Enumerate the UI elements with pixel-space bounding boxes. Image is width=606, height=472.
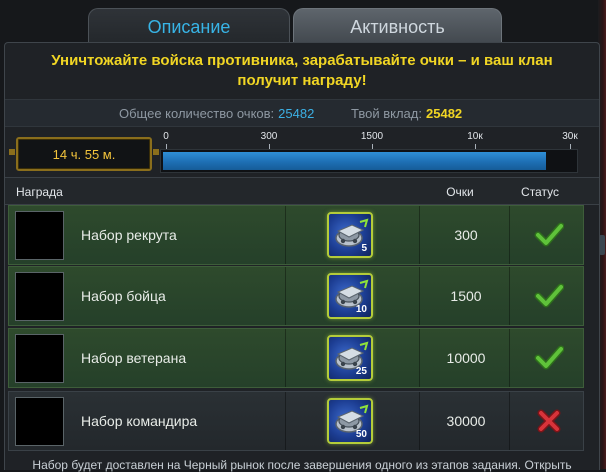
column-divider	[285, 392, 286, 450]
header-points: Очки	[446, 185, 474, 199]
kit-item-icon[interactable]: 10	[327, 273, 373, 319]
checkmark-icon	[534, 343, 565, 373]
kit-count: 5	[361, 243, 367, 254]
my-contribution-value: 25482	[426, 106, 463, 121]
reward-name: Набор командира	[81, 413, 198, 429]
reward-points: 10000	[446, 350, 486, 366]
timer-badge: 14 ч. 55 м.	[16, 137, 152, 171]
kit-count: 10	[355, 304, 367, 315]
table-header: Награда Очки Статус	[5, 177, 599, 205]
kit-item-icon[interactable]: 50	[327, 398, 373, 444]
total-points: Общее количество очков: 25482	[119, 106, 314, 121]
table-row: Набор бойца 10 1500	[8, 266, 584, 326]
column-divider	[419, 206, 420, 264]
column-divider	[285, 206, 286, 264]
scale-tick-label: 30к	[562, 131, 578, 142]
column-divider	[285, 267, 286, 325]
cross-icon	[534, 406, 564, 436]
kit-item-icon[interactable]: 25	[327, 335, 373, 381]
table-row: Набор ветерана 25 10000	[8, 328, 584, 388]
timer-bracket-right	[153, 149, 159, 155]
column-divider	[419, 267, 420, 325]
main-panel: Уничтожайте войска противника, зарабатыв…	[4, 42, 600, 472]
progress-area: 14 ч. 55 м. 0 300 1500 10к 30к	[5, 127, 599, 177]
tab-bar: Описание Активность	[88, 8, 502, 45]
reward-slot[interactable]	[15, 397, 64, 446]
progress-bar	[160, 149, 578, 173]
tab-description[interactable]: Описание	[88, 8, 290, 45]
headline-line-1: Уничтожайте войска противника, зарабатыв…	[51, 52, 553, 69]
my-contribution-label: Твой вклад:	[351, 106, 422, 121]
progress-scale: 0 300 1500 10к 30к	[160, 131, 578, 149]
footer-note: Набор будет доставлен на Черный рынок по…	[32, 458, 572, 472]
reward-slot[interactable]	[15, 334, 64, 383]
stats-bar: Общее количество очков: 25482 Твой вклад:…	[5, 99, 599, 127]
kit-item-icon[interactable]: 5	[327, 212, 373, 258]
scale-tick-label: 10к	[467, 131, 483, 142]
checkmark-icon	[534, 281, 565, 311]
headline: Уничтожайте войска противника, зарабатыв…	[5, 51, 599, 91]
column-divider	[509, 329, 510, 387]
timer-bracket-left	[9, 149, 15, 155]
column-divider	[509, 267, 510, 325]
header-status: Статус	[521, 185, 559, 199]
kit-count: 50	[355, 429, 367, 440]
scale-tick-label: 300	[260, 131, 278, 142]
column-divider	[419, 392, 420, 450]
scale-tick-label: 1500	[360, 131, 384, 142]
column-divider	[285, 329, 286, 387]
reward-points: 300	[454, 227, 478, 243]
total-points-value: 25482	[278, 106, 315, 121]
my-contribution: Твой вклад: 25482	[351, 106, 462, 121]
reward-slot[interactable]	[15, 272, 64, 321]
checkmark-icon	[534, 220, 565, 250]
column-divider	[419, 329, 420, 387]
reward-points: 1500	[450, 288, 482, 304]
reward-name: Набор бойца	[81, 288, 166, 304]
progress-bar-fill	[163, 152, 546, 170]
column-divider	[509, 206, 510, 264]
scale-tick-label: 0	[163, 131, 169, 142]
table-row: Набор командира 50 30000	[8, 391, 584, 451]
tab-activity[interactable]: Активность	[293, 8, 502, 45]
total-points-label: Общее количество очков:	[119, 106, 275, 121]
table-row: Набор рекрута 5 300	[8, 205, 584, 265]
header-reward: Награда	[16, 185, 63, 199]
reward-points: 30000	[446, 413, 486, 429]
reward-name: Набор ветерана	[81, 350, 187, 366]
reward-name: Набор рекрута	[81, 227, 177, 243]
reward-slot[interactable]	[15, 211, 64, 260]
column-divider	[509, 392, 510, 450]
headline-line-2: получит награду!	[237, 72, 367, 89]
kit-count: 25	[355, 366, 367, 377]
